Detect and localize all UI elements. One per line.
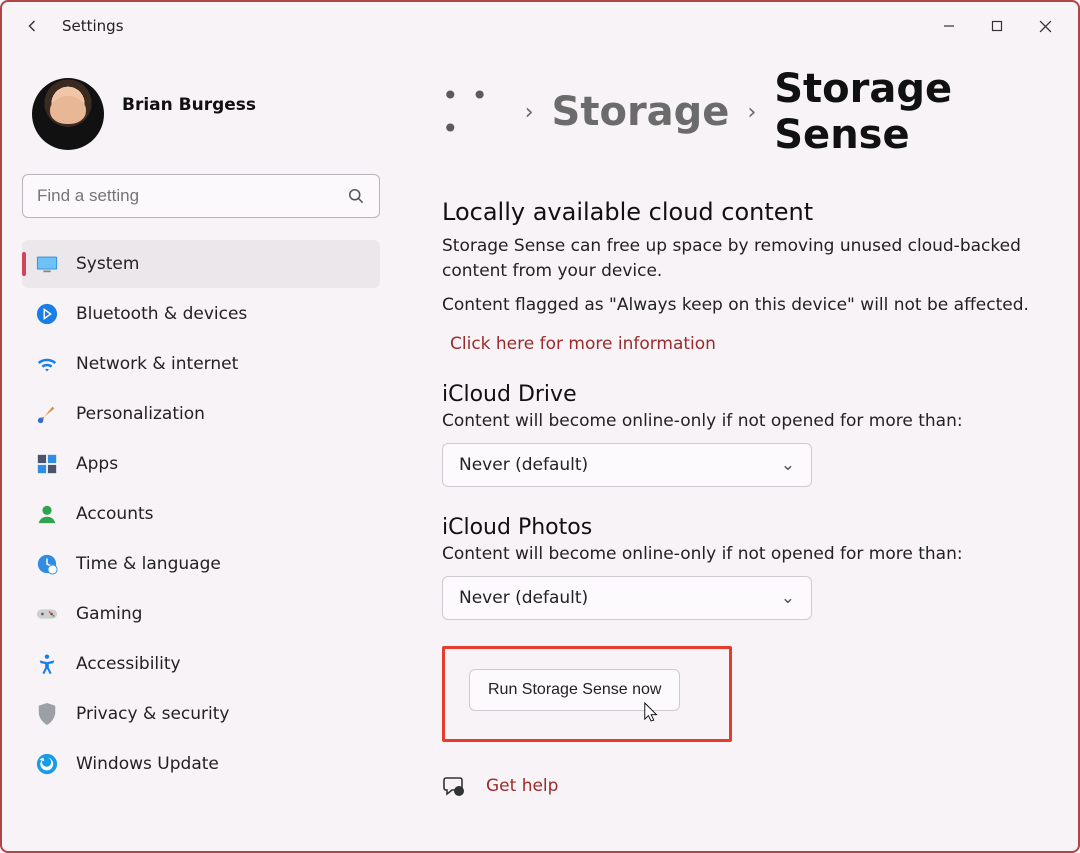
- help-row: ? Get help: [442, 774, 1048, 798]
- search-icon: [346, 186, 366, 206]
- nav-item-windows-update[interactable]: Windows Update: [22, 740, 380, 788]
- svg-text:?: ?: [457, 788, 461, 796]
- search-wrap: [22, 174, 380, 218]
- help-icon: ?: [442, 774, 466, 798]
- nav-item-time-language[interactable]: Time & language: [22, 540, 380, 588]
- icloud-drive-sub: Content will become online-only if not o…: [442, 411, 1048, 431]
- clock-globe-icon: [36, 553, 58, 575]
- breadcrumb: • • • › Storage › Storage Sense: [442, 66, 1048, 158]
- nav-item-apps[interactable]: Apps: [22, 440, 380, 488]
- nav-item-personalization[interactable]: Personalization: [22, 390, 380, 438]
- nav-item-bluetooth[interactable]: Bluetooth & devices: [22, 290, 380, 338]
- cloud-heading: Locally available cloud content: [442, 198, 1048, 226]
- nav-item-network[interactable]: Network & internet: [22, 340, 380, 388]
- back-button[interactable]: [12, 6, 52, 46]
- chevron-right-icon: ›: [525, 100, 534, 125]
- chevron-down-icon: ⌄: [781, 588, 795, 608]
- nav-label: Time & language: [76, 554, 221, 574]
- dropdown-value: Never (default): [459, 588, 588, 608]
- nav-label: Privacy & security: [76, 704, 230, 724]
- nav-list: System Bluetooth & devices Network & int…: [22, 240, 380, 788]
- chevron-right-icon: ›: [747, 100, 756, 125]
- arrow-left-icon: [22, 16, 42, 36]
- maximize-button[interactable]: [974, 8, 1020, 44]
- minimize-icon: [943, 20, 955, 32]
- nav-label: Bluetooth & devices: [76, 304, 247, 324]
- cursor-icon: [643, 701, 661, 723]
- main-pane: • • • › Storage › Storage Sense Locally …: [400, 50, 1078, 851]
- profile-block[interactable]: Brian Burgess: [32, 78, 380, 150]
- sidebar: Brian Burgess System Bluetooth & devices…: [2, 50, 400, 851]
- icloud-photos-dropdown[interactable]: Never (default) ⌄: [442, 576, 812, 620]
- nav-label: Personalization: [76, 404, 205, 424]
- icloud-photos-sub: Content will become online-only if not o…: [442, 544, 1048, 564]
- cloud-p2: Content flagged as "Always keep on this …: [442, 293, 1032, 318]
- breadcrumb-ellipsis[interactable]: • • •: [442, 79, 507, 145]
- close-icon: [1039, 20, 1052, 33]
- search-input[interactable]: [22, 174, 380, 218]
- breadcrumb-current: Storage Sense: [774, 66, 1048, 158]
- nav-item-accounts[interactable]: Accounts: [22, 490, 380, 538]
- nav-item-accessibility[interactable]: Accessibility: [22, 640, 380, 688]
- nav-item-gaming[interactable]: Gaming: [22, 590, 380, 638]
- shield-icon: [36, 703, 58, 725]
- accessibility-icon: [36, 653, 58, 675]
- avatar: [32, 78, 104, 150]
- nav-label: Accounts: [76, 504, 154, 524]
- icloud-drive-heading: iCloud Drive: [442, 382, 1048, 407]
- nav-item-system[interactable]: System: [22, 240, 380, 288]
- dropdown-value: Never (default): [459, 455, 588, 475]
- nav-label: Gaming: [76, 604, 142, 624]
- get-help-link[interactable]: Get help: [486, 776, 558, 796]
- cloud-p1: Storage Sense can free up space by remov…: [442, 234, 1032, 283]
- gamepad-icon: [36, 603, 58, 625]
- minimize-button[interactable]: [926, 8, 972, 44]
- update-icon: [36, 753, 58, 775]
- more-info-link[interactable]: Click here for more information: [450, 334, 716, 354]
- nav-label: Windows Update: [76, 754, 219, 774]
- icloud-drive-dropdown[interactable]: Never (default) ⌄: [442, 443, 812, 487]
- nav-label: Accessibility: [76, 654, 181, 674]
- breadcrumb-parent[interactable]: Storage: [552, 89, 730, 135]
- wifi-icon: [36, 353, 58, 375]
- nav-label: Network & internet: [76, 354, 238, 374]
- profile-sub: [122, 115, 256, 133]
- profile-name: Brian Burgess: [122, 95, 256, 115]
- person-icon: [36, 503, 58, 525]
- nav-label: System: [76, 254, 139, 274]
- monitor-icon: [36, 253, 58, 275]
- icloud-photos-heading: iCloud Photos: [442, 515, 1048, 540]
- nav-label: Apps: [76, 454, 118, 474]
- bluetooth-icon: [36, 303, 58, 325]
- brush-icon: [36, 403, 58, 425]
- highlight-box: Run Storage Sense now: [442, 646, 732, 742]
- titlebar: Settings: [2, 2, 1078, 50]
- maximize-icon: [991, 20, 1003, 32]
- nav-item-privacy[interactable]: Privacy & security: [22, 690, 380, 738]
- app-title: Settings: [62, 17, 124, 35]
- chevron-down-icon: ⌄: [781, 455, 795, 475]
- window-controls: [926, 8, 1068, 44]
- close-button[interactable]: [1022, 8, 1068, 44]
- apps-icon: [36, 453, 58, 475]
